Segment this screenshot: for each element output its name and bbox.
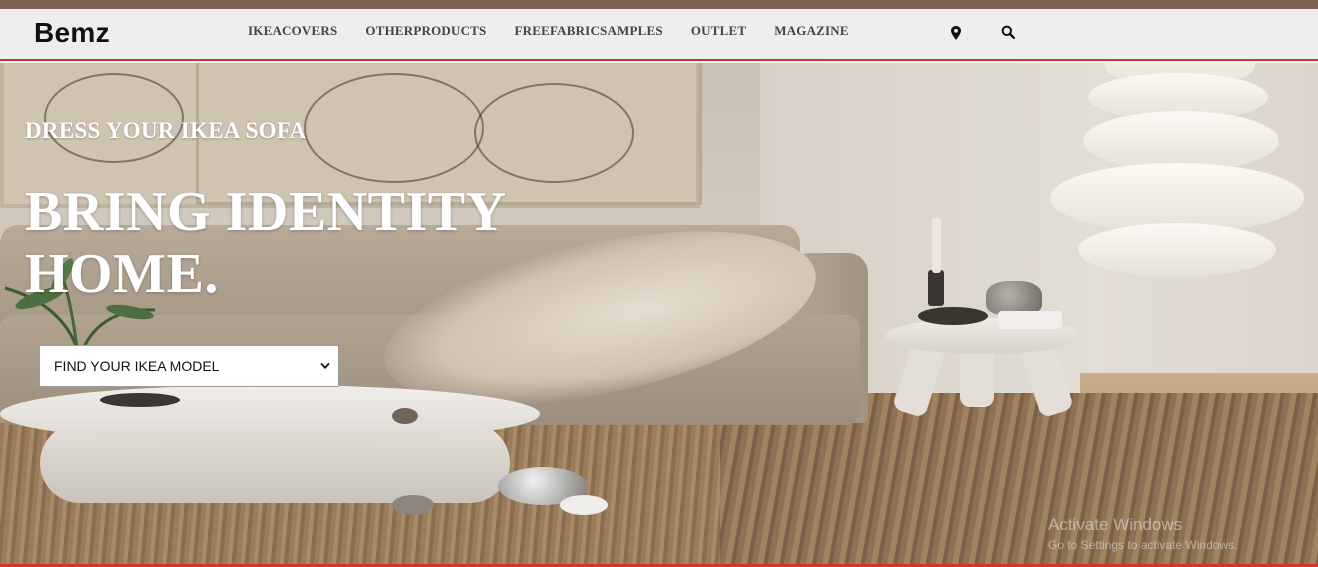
table-dish: [100, 393, 180, 407]
table-pebble: [392, 408, 418, 424]
hero-headline: BRING IDENTITY HOME.: [25, 181, 545, 305]
candle-holder: [928, 270, 944, 306]
nav-link-other-products[interactable]: OTHERPRODUCTS: [365, 23, 486, 39]
hero-headline-line2: HOME.: [25, 243, 219, 305]
site-header: Bemz IKEACOVERS OTHERPRODUCTS FREEFABRIC…: [0, 9, 1318, 61]
coffee-table-top: [0, 385, 540, 443]
ikea-model-select[interactable]: FIND YOUR IKEA MODEL: [39, 345, 339, 387]
stool-book: [998, 311, 1062, 329]
candle: [932, 218, 941, 273]
floor-stone: [560, 495, 608, 515]
watermark-title: Activate Windows: [1048, 515, 1183, 534]
nav-link-ikea-covers[interactable]: IKEACOVERS: [248, 23, 337, 39]
stool-leg: [960, 347, 994, 407]
activate-windows-watermark: Activate Windows Go to Settings to activ…: [1048, 515, 1237, 552]
nav-link-outlet[interactable]: OUTLET: [691, 23, 746, 39]
main-nav: IKEACOVERS OTHERPRODUCTS FREEFABRICSAMPL…: [248, 23, 877, 39]
top-accent-strip: [0, 0, 1318, 9]
hero-eyebrow: DRESS YOUR IKEA SOFA: [25, 118, 307, 143]
stool-dish: [918, 307, 988, 325]
watermark-subtitle: Go to Settings to activate Windows.: [1048, 538, 1238, 552]
metal-pitcher: [986, 281, 1042, 315]
paper-lamp: [1078, 223, 1276, 277]
hero-banner: DRESS YOUR IKEA SOFA BRING IDENTITY HOME…: [0, 63, 1318, 564]
hero-headline-line1: BRING IDENTITY: [25, 181, 507, 243]
nav-link-magazine[interactable]: MAGAZINE: [774, 23, 849, 39]
ikea-model-dropdown[interactable]: FIND YOUR IKEA MODEL: [40, 346, 338, 386]
search-icon[interactable]: [1001, 25, 1017, 41]
map-pin-icon[interactable]: [949, 25, 965, 41]
nav-link-free-fabric-samples[interactable]: FREEFABRICSAMPLES: [514, 23, 662, 39]
floor-stone: [392, 495, 434, 515]
paper-lamp: [1083, 111, 1279, 171]
brand-logo[interactable]: Bemz: [34, 17, 110, 49]
